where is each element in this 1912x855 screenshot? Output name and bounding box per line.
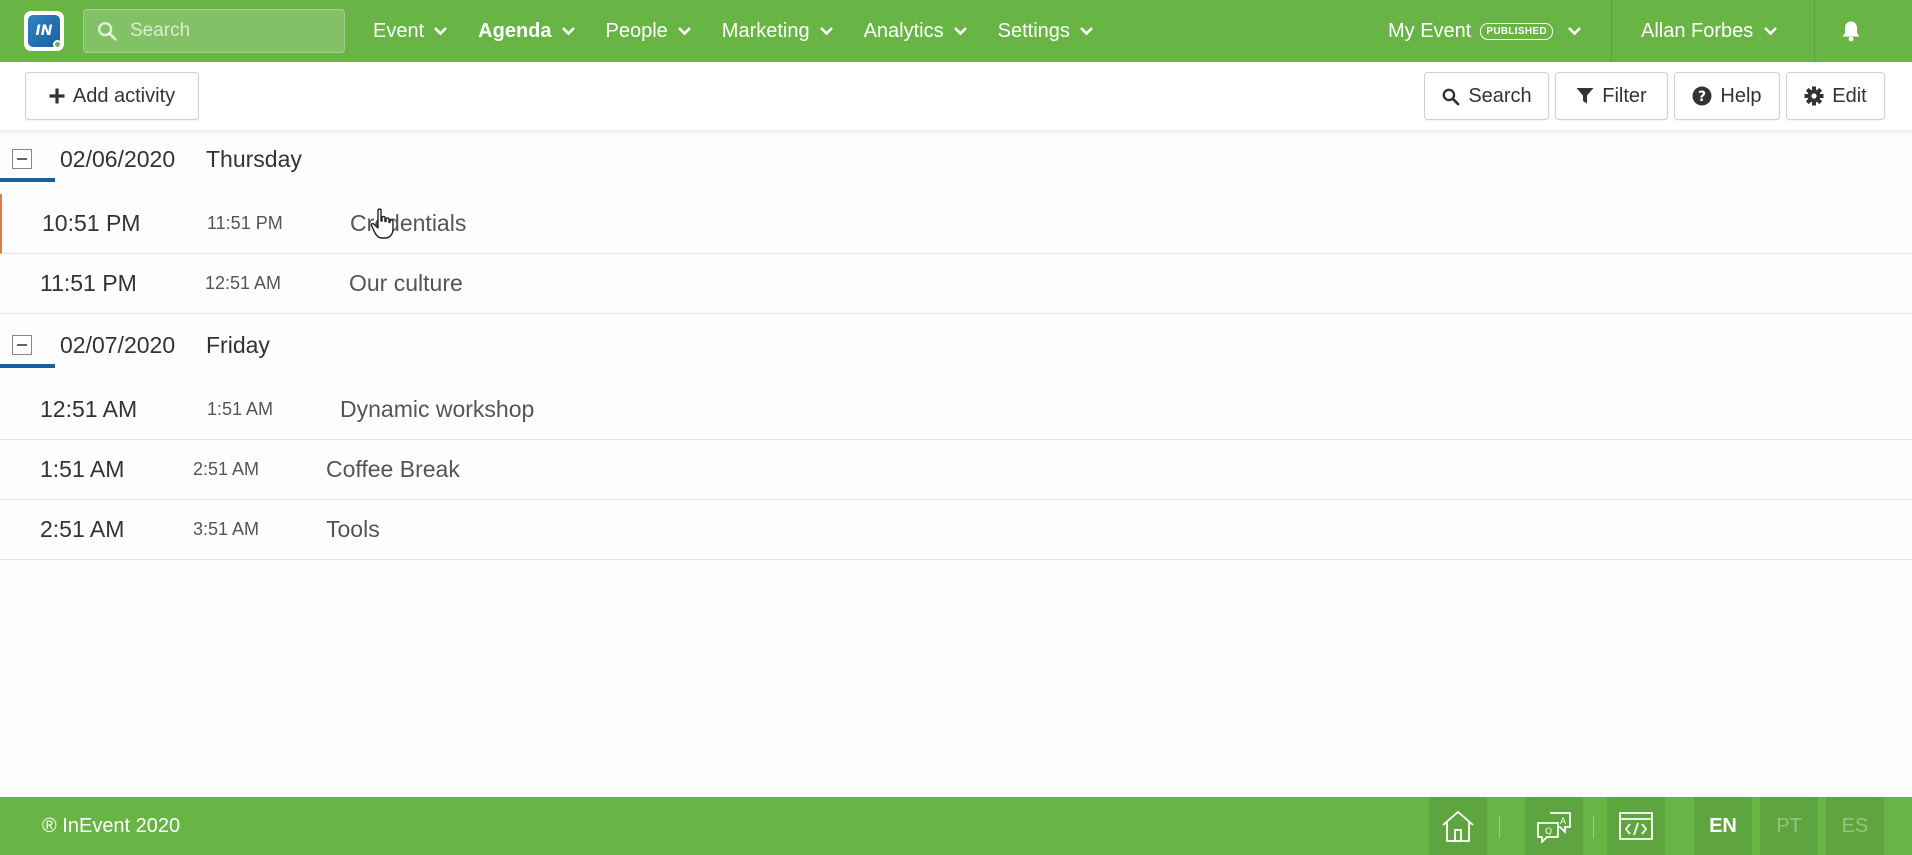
nav-marketing-label: Marketing	[721, 19, 810, 42]
day-underline	[0, 178, 55, 182]
edit-button-label: Edit	[1832, 84, 1867, 107]
nav-analytics-label: Analytics	[863, 19, 944, 42]
activity-start-time: 1:51 AM	[40, 456, 125, 482]
nav-marketing[interactable]: Marketing	[722, 0, 834, 62]
bell-icon[interactable]	[1838, 0, 1864, 62]
nav-event-label: Event	[373, 19, 425, 42]
search-icon	[1442, 88, 1460, 105]
activity-end-time: 3:51 AM	[193, 519, 260, 539]
activity-end-time: 11:51 PM	[207, 213, 283, 233]
day-date: 02/06/2020	[60, 145, 176, 172]
language-en[interactable]: EN	[1694, 797, 1752, 855]
activity-title: Tools	[326, 516, 380, 542]
nav-settings-label: Settings	[997, 19, 1070, 42]
activity-row[interactable]: 2:51 AM 3:51 AM Tools	[0, 500, 1912, 560]
qa-chat-icon[interactable]: A Q	[1525, 797, 1583, 855]
footer-divider	[1593, 816, 1594, 838]
filter-icon	[1576, 88, 1594, 104]
header-divider	[1611, 0, 1612, 62]
chevron-down-icon	[1079, 27, 1093, 36]
header-divider	[1814, 0, 1815, 62]
activity-start-time: 10:51 PM	[42, 210, 141, 236]
activity-row[interactable]: 11:51 PM 12:51 AM Our culture	[0, 254, 1912, 314]
status-badge: PUBLISHED	[1480, 22, 1553, 40]
chevron-down-icon	[561, 27, 575, 36]
agenda-toolbar: Add activity Search Filter ? Help Edit	[0, 62, 1912, 130]
help-button-label: Help	[1720, 84, 1762, 107]
hand-pointer-icon	[370, 208, 394, 239]
chevron-down-icon	[1764, 27, 1778, 36]
user-menu[interactable]: Allan Forbes	[1641, 0, 1778, 62]
search-icon	[98, 22, 117, 41]
footer-divider	[1499, 816, 1500, 838]
gear-icon	[1804, 86, 1824, 106]
day-weekday: Friday	[206, 331, 270, 358]
language-pt[interactable]: PT	[1760, 797, 1818, 855]
activity-row[interactable]: 1:51 AM 2:51 AM Coffee Break	[0, 440, 1912, 500]
day-underline	[0, 364, 55, 368]
search-button-label: Search	[1468, 84, 1532, 107]
question-circle-icon: ?	[1692, 86, 1712, 106]
edit-button[interactable]: Edit	[1786, 72, 1885, 120]
activity-row[interactable]: 12:51 AM 1:51 AM Dynamic workshop	[0, 380, 1912, 440]
activity-end-time: 1:51 AM	[207, 399, 274, 419]
day-header: 02/06/2020 Thursday	[0, 136, 1912, 182]
code-embed-icon[interactable]	[1607, 797, 1665, 855]
collapse-day-toggle[interactable]	[12, 149, 32, 169]
activity-start-time: 12:51 AM	[40, 396, 138, 422]
chevron-down-icon	[819, 27, 833, 36]
day-header: 02/07/2020 Friday	[0, 322, 1912, 368]
day-date: 02/07/2020	[60, 331, 176, 358]
chevron-down-icon	[677, 27, 691, 36]
activity-start-time: 11:51 PM	[40, 270, 137, 296]
activity-end-time: 12:51 AM	[205, 273, 282, 293]
nav-people-label: People	[605, 19, 668, 42]
svg-text:?: ?	[1698, 89, 1706, 105]
plus-icon	[49, 88, 65, 104]
filter-button[interactable]: Filter	[1555, 72, 1668, 120]
day-weekday: Thursday	[206, 145, 302, 172]
footer-bar: ® InEvent 2020 A Q EN PT ES	[0, 797, 1912, 855]
svg-text:A: A	[1560, 817, 1567, 827]
top-navigation-bar: IN Event Agenda People Marketing Analyti…	[0, 0, 1912, 62]
search-button[interactable]: Search	[1424, 72, 1549, 120]
filter-button-label: Filter	[1602, 84, 1647, 107]
add-activity-button[interactable]: Add activity	[25, 72, 199, 120]
event-name: My Event	[1388, 19, 1472, 42]
event-selector[interactable]: My Event PUBLISHED	[1388, 0, 1582, 62]
activity-title: Dynamic workshop	[340, 396, 535, 422]
activity-title: Coffee Break	[326, 456, 460, 482]
home-icon[interactable]	[1429, 797, 1487, 855]
chevron-down-icon	[1567, 27, 1581, 36]
nav-settings[interactable]: Settings	[998, 0, 1094, 62]
copyright-text: ® InEvent 2020	[42, 814, 181, 837]
activity-title: Credentials	[350, 210, 467, 236]
inevent-logo[interactable]: IN	[24, 11, 64, 51]
language-es[interactable]: ES	[1826, 797, 1884, 855]
nav-event[interactable]: Event	[373, 0, 448, 62]
main-nav: Event Agenda People Marketing Analytics …	[373, 0, 1124, 62]
help-button[interactable]: ? Help	[1674, 72, 1780, 120]
nav-analytics[interactable]: Analytics	[864, 0, 968, 62]
chevron-down-icon	[953, 27, 967, 36]
activity-end-time: 2:51 AM	[193, 459, 260, 479]
activity-title: Our culture	[349, 270, 463, 296]
svg-text:Q: Q	[1545, 827, 1552, 837]
chevron-down-icon	[434, 27, 448, 36]
activity-start-time: 2:51 AM	[40, 516, 125, 542]
collapse-day-toggle[interactable]	[12, 335, 32, 355]
global-search-input[interactable]	[130, 20, 330, 42]
nav-agenda[interactable]: Agenda	[478, 0, 575, 62]
add-activity-label: Add activity	[72, 84, 176, 107]
user-name: Allan Forbes	[1641, 19, 1754, 42]
logo-status-dot	[53, 40, 62, 49]
global-search[interactable]	[83, 9, 345, 53]
nav-agenda-label: Agenda	[478, 19, 552, 42]
activity-row[interactable]: 10:51 PM 11:51 PM Credentials	[0, 194, 1912, 254]
nav-people[interactable]: People	[606, 0, 692, 62]
